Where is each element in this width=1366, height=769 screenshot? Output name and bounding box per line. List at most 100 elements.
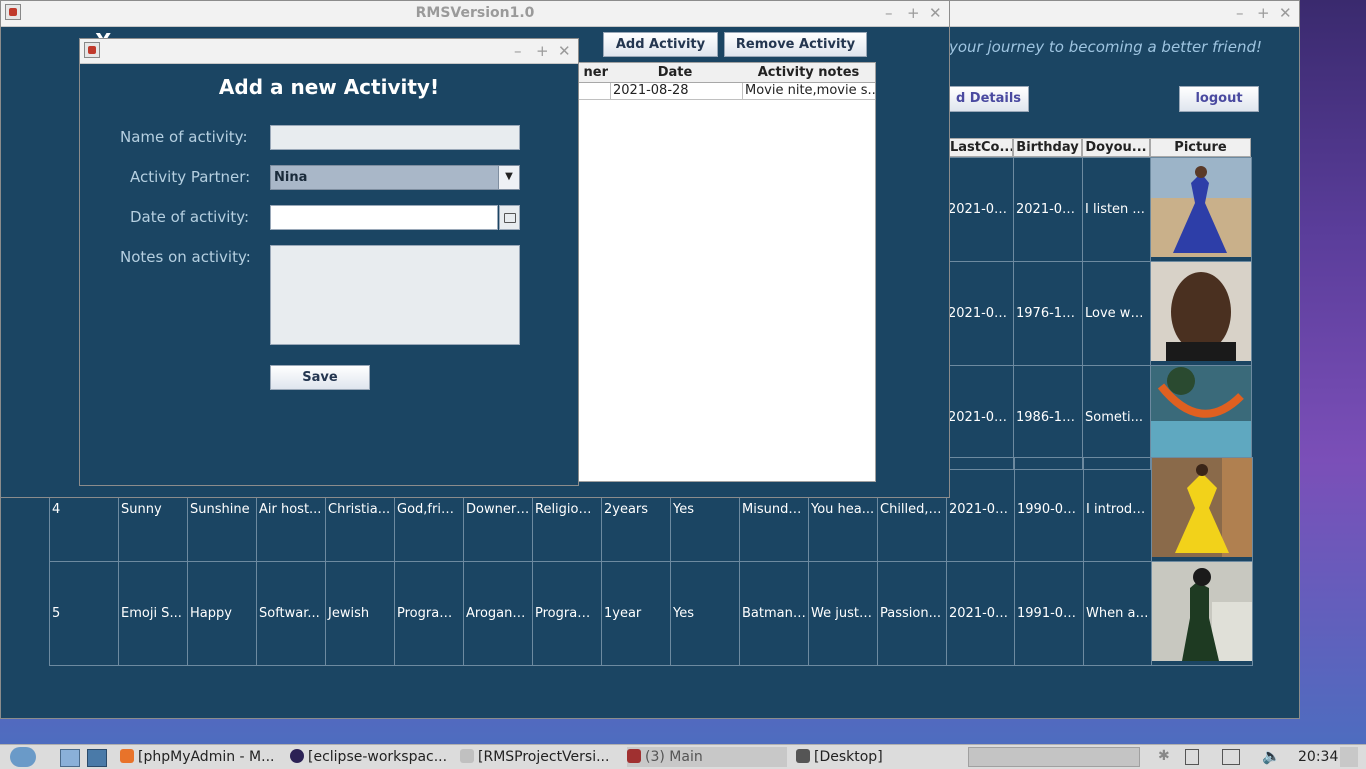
friend-photo-4 [1152,458,1252,557]
cell-birthday: 1976-11... [1013,261,1083,366]
details-button[interactable]: d Details [949,86,1029,112]
picture-cell [1150,157,1252,262]
cell: Yes [670,561,740,666]
notes-textarea[interactable] [270,245,520,345]
close-icon[interactable]: ✕ [1279,4,1292,22]
cell: 2021-08... [946,457,1015,562]
task-label: [phpMyAdmin - M... [138,749,275,765]
date-input[interactable] [270,205,498,230]
cell: Batman ... [739,561,809,666]
friend-photo-2 [1151,262,1251,361]
minimize-icon[interactable]: – [885,4,893,22]
add-activity-button[interactable]: Add Activity [603,32,718,57]
cell: Jewish [325,561,395,666]
picture-cell [1150,261,1252,366]
network-icon[interactable] [1222,749,1240,765]
task-label: [RMSProjectVersi... [478,749,610,765]
table-row[interactable]: 2021-08-28 Movie nite,movie s... [562,83,876,100]
cell-last: 2021-06... [945,157,1014,262]
partner-label: Activity Partner: [130,168,251,186]
terminal-icon[interactable] [87,749,107,767]
col-activity-notes[interactable]: Activity notes [742,63,875,83]
save-button[interactable]: Save [270,365,370,390]
task-eclipse[interactable]: [eclipse-workspac... [290,747,455,767]
cell-id: 5 [49,561,119,666]
tagline: your journey to becoming a better friend… [949,38,1262,56]
add-activity-dialog: – + ✕ Add a new Activity! Name of activi… [79,38,579,486]
activity-table: ner Date Activity notes 2021-08-28 Movie… [561,62,876,482]
friend-photo-1 [1151,158,1251,257]
table-row[interactable]: 5 Emoji S... Happy Softwar... Jewish Pro… [49,561,1253,666]
maximize-icon[interactable]: + [1257,4,1270,22]
power-icon[interactable] [1185,749,1199,765]
picture-cell [1150,365,1252,470]
col-lastcontact[interactable]: LastCo... [949,138,1013,157]
cell: We just ... [808,561,878,666]
task-main[interactable]: (3) Main [627,747,787,767]
dialog-heading: Add a new Activity! [218,75,440,99]
eclipse-icon [290,749,304,763]
start-menu-icon[interactable] [10,747,36,767]
task-label: [eclipse-workspac... [308,749,448,765]
cell: When a ... [1083,561,1152,666]
cell-date: 2021-08-28 [610,83,743,99]
file-manager-icon[interactable] [60,749,80,767]
cell: I introdu... [1083,457,1152,562]
cell: Arogant ... [463,561,533,666]
logout-button[interactable]: logout [1179,86,1259,112]
calendar-icon[interactable] [499,205,520,230]
maximize-icon[interactable]: + [907,4,920,22]
cell-doyou: Love wa... [1082,261,1151,366]
task-label: [Desktop] [814,749,883,765]
cell-birthday: 2021-08... [1013,157,1083,262]
maximize-icon[interactable]: + [536,42,549,60]
cell: Emoji S... [118,561,188,666]
cell: 2021-08... [946,561,1015,666]
col-picture[interactable]: Picture [1150,138,1251,157]
dialog-titlebar: – + ✕ [80,39,578,64]
cell-last: 2021-08... [945,261,1014,366]
name-label: Name of activity: [120,128,248,146]
task-rmsproject[interactable]: [RMSProjectVersi... [460,747,620,767]
task-desktop[interactable]: [Desktop] [796,747,956,767]
col-doyou[interactable]: Doyou... [1082,138,1150,157]
java-icon [460,749,474,763]
cell: Program... [532,561,602,666]
minimize-icon[interactable]: – [514,42,522,60]
firefox-icon [120,749,134,763]
date-label: Date of activity: [130,208,250,226]
task-label: (3) Main [645,749,703,765]
close-icon[interactable]: ✕ [558,42,571,60]
java-app-icon [84,42,100,58]
cell: Program... [394,561,464,666]
folder-icon [796,749,810,763]
bluetooth-icon[interactable]: ✱ [1158,748,1170,764]
task-phpmyadmin[interactable]: [phpMyAdmin - M... [120,747,280,767]
col-birthday[interactable]: Birthday [1013,138,1082,157]
table-row[interactable]: 2021-06... 2021-08... I listen ... [945,157,1252,262]
cell-birthday: 1986-11... [1013,365,1083,470]
close-icon[interactable]: ✕ [929,4,942,22]
cell: 1991-08... [1014,561,1084,666]
partner-selected-value: Nina [274,170,308,185]
remove-activity-button[interactable]: Remove Activity [724,32,867,57]
minimize-icon[interactable]: – [1236,4,1244,22]
picture-cell [1151,457,1253,562]
java-icon [627,749,641,763]
volume-icon[interactable]: 🔈 [1262,747,1281,765]
col-date[interactable]: Date [608,63,743,83]
friends-table-right: 2021-06... 2021-08... I listen ... 2021-… [945,157,1252,470]
notes-label: Notes on activity: [120,248,251,266]
table-row[interactable]: 2021-08... 1986-11... Someti... [945,365,1252,470]
partner-select[interactable]: Nina ▼ [270,165,520,190]
name-input[interactable] [270,125,520,150]
cell-last: 2021-08... [945,365,1014,470]
show-desktop-button[interactable] [1340,747,1358,767]
table-row[interactable]: 2021-08... 1976-11... Love wa... [945,261,1252,366]
clock[interactable]: 20:34 [1298,749,1338,765]
cell: Softwar... [256,561,326,666]
chevron-down-icon[interactable]: ▼ [498,166,519,189]
workspace-switcher[interactable] [968,747,1140,767]
cell: 1990-08... [1014,457,1084,562]
cell: Happy [187,561,257,666]
